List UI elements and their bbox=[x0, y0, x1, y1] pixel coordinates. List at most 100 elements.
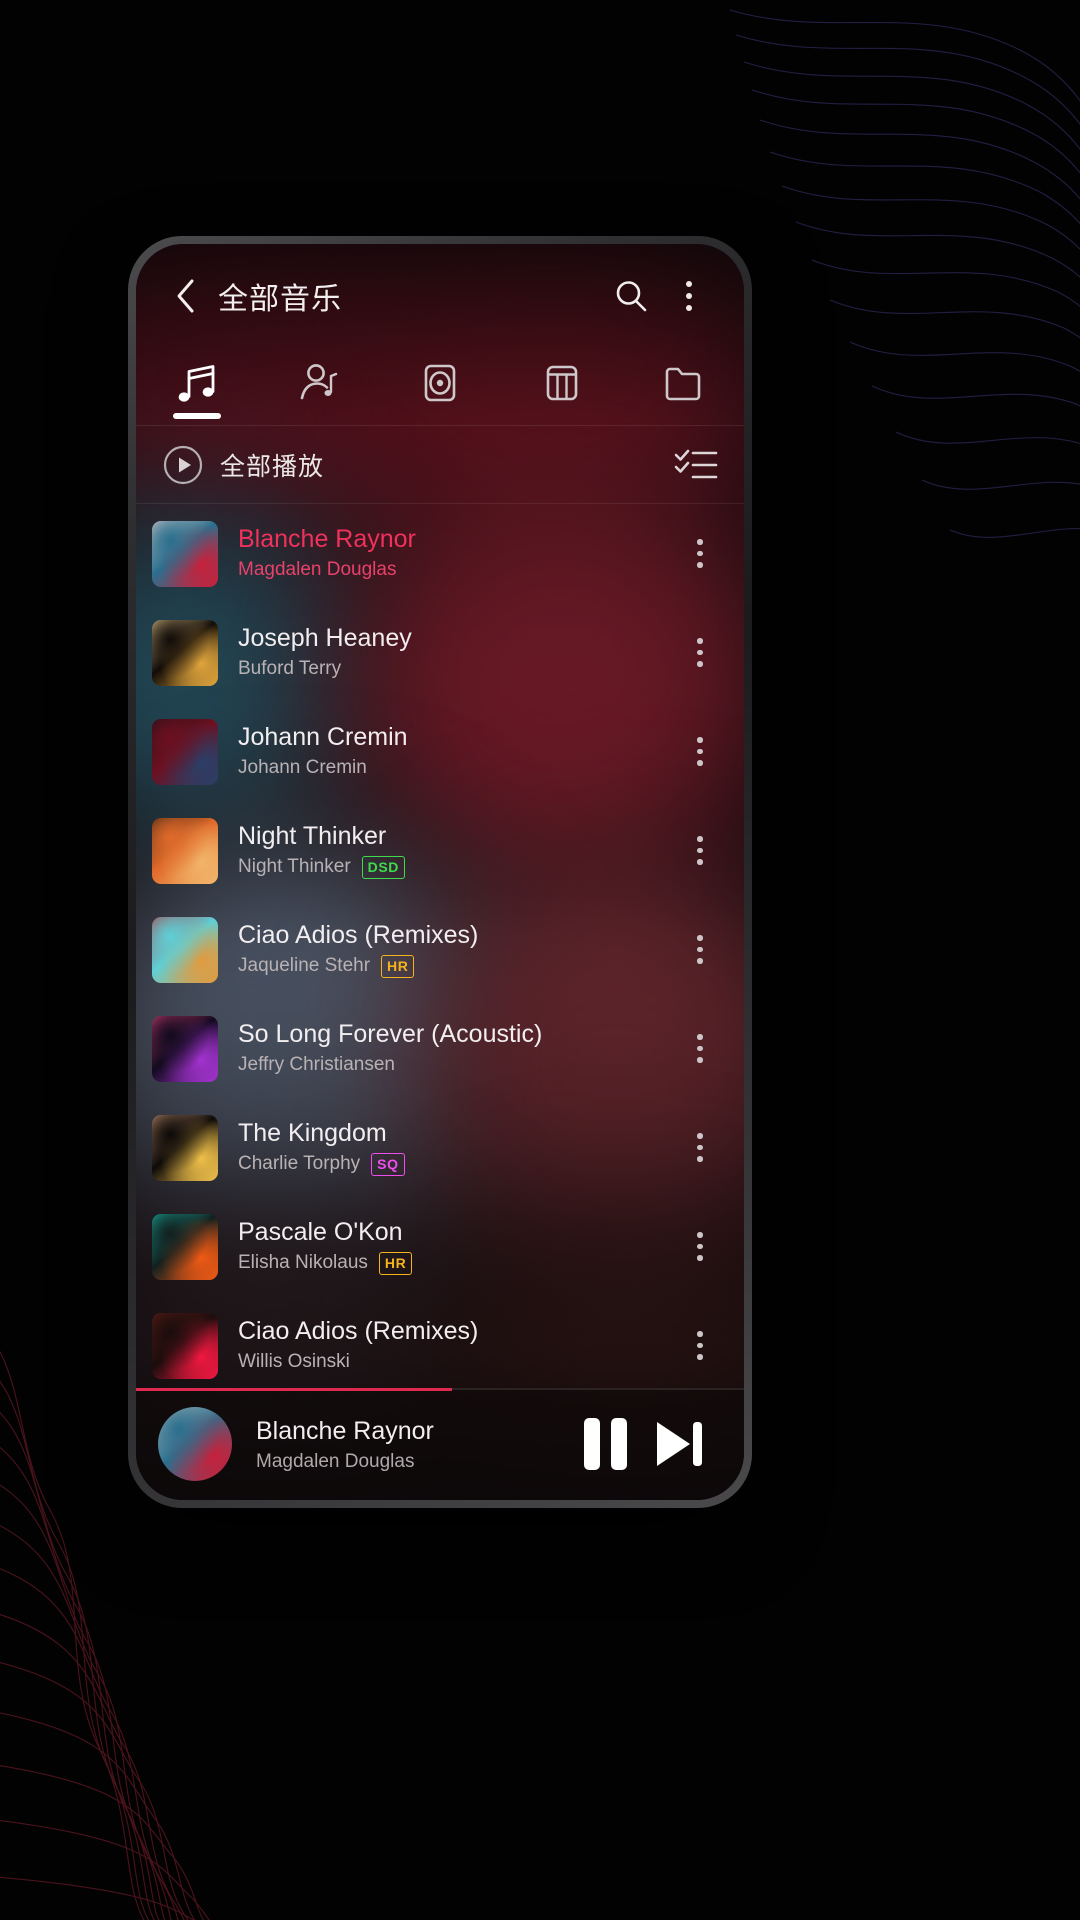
track-row[interactable]: Pascale O'Kon Elisha Nikolaus HR bbox=[136, 1197, 744, 1296]
back-button[interactable] bbox=[158, 269, 212, 323]
tab-songs[interactable] bbox=[136, 348, 258, 419]
track-list[interactable]: Blanche Raynor Magdalen Douglas Joseph Hea… bbox=[136, 504, 744, 1388]
quality-badge: HR bbox=[381, 955, 415, 979]
app-bar: 全部音乐 bbox=[136, 244, 744, 348]
track-subtitle: Jaqueline Stehr HR bbox=[238, 955, 678, 979]
page-title: 全部音乐 bbox=[218, 283, 342, 316]
kebab-dot bbox=[697, 1057, 703, 1063]
track-row[interactable]: Night Thinker Night Thinker DSD bbox=[136, 801, 744, 900]
mini-player[interactable]: Blanche Raynor Magdalen Douglas bbox=[136, 1388, 744, 1500]
piano-keys-icon bbox=[546, 365, 577, 401]
search-button[interactable] bbox=[602, 267, 660, 325]
kebab-dot bbox=[697, 638, 703, 644]
track-subtitle: Night Thinker DSD bbox=[238, 856, 678, 880]
track-row[interactable]: The Kingdom Charlie Torphy SQ bbox=[136, 1098, 744, 1197]
track-artwork bbox=[152, 718, 218, 785]
kebab-dot bbox=[697, 661, 703, 667]
track-artwork bbox=[152, 1312, 218, 1379]
mini-player-artist: Magdalen Douglas bbox=[256, 1450, 415, 1472]
phone-device-frame: 全部音乐 全部播放 Blanche Raynor Magdalen Dougla… bbox=[128, 236, 752, 1508]
track-overflow-button[interactable] bbox=[678, 1232, 722, 1261]
kebab-dot bbox=[697, 760, 703, 766]
track-artwork bbox=[152, 916, 218, 983]
track-subtitle: Jeffry Christiansen bbox=[238, 1054, 678, 1077]
kebab-dot bbox=[686, 305, 692, 311]
kebab-dot bbox=[686, 281, 692, 287]
track-overflow-button[interactable] bbox=[678, 935, 722, 964]
pause-icon-bar bbox=[610, 1418, 627, 1470]
track-metadata: Ciao Adios (Remixes) Jaqueline Stehr HR bbox=[238, 921, 678, 979]
tab-albums[interactable] bbox=[379, 348, 501, 418]
kebab-dot bbox=[697, 946, 703, 953]
track-subtitle: Magdalen Douglas bbox=[238, 559, 678, 582]
track-row[interactable]: So Long Forever (Acoustic) Jeffry Christi… bbox=[136, 999, 744, 1098]
track-row[interactable]: Blanche Raynor Magdalen Douglas bbox=[136, 504, 744, 603]
tab-folders[interactable] bbox=[622, 348, 744, 418]
play-all-row[interactable]: 全部播放 bbox=[136, 426, 744, 504]
play-circle-icon bbox=[163, 445, 203, 484]
track-artist: Magdalen Douglas bbox=[238, 559, 397, 581]
track-metadata: Ciao Adios (Remixes) Willis Osinski bbox=[238, 1317, 678, 1374]
track-overflow-button[interactable] bbox=[678, 539, 722, 568]
artist-icon bbox=[301, 364, 338, 400]
track-artwork bbox=[152, 817, 218, 884]
kebab-dot bbox=[697, 1156, 703, 1162]
track-overflow-button[interactable] bbox=[678, 836, 722, 865]
track-row[interactable]: Johann Cremin Johann Cremin bbox=[136, 702, 744, 801]
tab-genres[interactable] bbox=[501, 348, 623, 418]
pause-button[interactable] bbox=[568, 1407, 642, 1481]
track-artist: Night Thinker bbox=[238, 856, 351, 878]
mini-player-metadata[interactable]: Blanche Raynor Magdalen Douglas bbox=[256, 1416, 568, 1473]
track-subtitle: Buford Terry bbox=[238, 658, 678, 681]
play-all-label: 全部播放 bbox=[220, 452, 325, 481]
checklist-icon[interactable] bbox=[674, 447, 718, 483]
track-overflow-button[interactable] bbox=[678, 1034, 722, 1063]
playback-progress-bar bbox=[136, 1388, 453, 1391]
track-metadata: Joseph Heaney Buford Terry bbox=[238, 624, 678, 681]
track-subtitle: Johann Cremin bbox=[238, 757, 678, 780]
track-row[interactable]: Ciao Adios (Remixes) Jaqueline Stehr HR bbox=[136, 900, 744, 999]
track-metadata: Night Thinker Night Thinker DSD bbox=[238, 822, 678, 880]
track-artist: Elisha Nikolaus bbox=[238, 1252, 368, 1274]
track-metadata: The Kingdom Charlie Torphy SQ bbox=[238, 1119, 678, 1177]
kebab-dot bbox=[697, 1354, 703, 1360]
track-metadata: Johann Cremin Johann Cremin bbox=[238, 723, 678, 780]
track-subtitle: Willis Osinski bbox=[238, 1351, 678, 1374]
kebab-dot bbox=[697, 737, 703, 743]
track-title: Blanche Raynor bbox=[238, 524, 416, 553]
mini-player-artwork[interactable] bbox=[158, 1407, 232, 1481]
kebab-dot bbox=[697, 1034, 703, 1040]
track-overflow-button[interactable] bbox=[678, 638, 722, 667]
track-overflow-button[interactable] bbox=[678, 1331, 722, 1360]
kebab-dot bbox=[697, 539, 703, 545]
track-artwork bbox=[152, 1213, 218, 1280]
next-button[interactable] bbox=[642, 1407, 716, 1481]
kebab-dot bbox=[697, 958, 703, 964]
track-artist: Jeffry Christiansen bbox=[238, 1054, 395, 1076]
track-metadata: Pascale O'Kon Elisha Nikolaus HR bbox=[238, 1218, 678, 1276]
skip-next-icon bbox=[657, 1422, 702, 1466]
track-title: Ciao Adios (Remixes) bbox=[238, 920, 479, 949]
kebab-dot bbox=[697, 550, 703, 557]
kebab-dot bbox=[697, 649, 703, 656]
track-overflow-button[interactable] bbox=[678, 737, 722, 766]
overflow-menu-button[interactable] bbox=[660, 267, 718, 325]
kebab-dot bbox=[697, 1133, 703, 1139]
track-row[interactable]: Ciao Adios (Remixes) Willis Osinski bbox=[136, 1296, 744, 1388]
kebab-dot bbox=[697, 748, 703, 755]
kebab-dot bbox=[697, 847, 703, 854]
kebab-dot bbox=[697, 836, 703, 842]
track-subtitle: Charlie Torphy SQ bbox=[238, 1153, 678, 1177]
track-row[interactable]: Joseph Heaney Buford Terry bbox=[136, 603, 744, 702]
track-artist: Willis Osinski bbox=[238, 1351, 350, 1373]
tab-artists[interactable] bbox=[258, 348, 380, 418]
track-overflow-button[interactable] bbox=[678, 1133, 722, 1162]
track-artist: Jaqueline Stehr bbox=[238, 955, 371, 977]
kebab-dot bbox=[686, 293, 692, 299]
kebab-dot bbox=[697, 1144, 703, 1151]
track-artist: Charlie Torphy bbox=[238, 1153, 361, 1175]
track-artist: Buford Terry bbox=[238, 658, 342, 680]
kebab-dot bbox=[697, 1243, 703, 1250]
search-icon bbox=[616, 281, 647, 312]
quality-badge: DSD bbox=[361, 856, 406, 880]
